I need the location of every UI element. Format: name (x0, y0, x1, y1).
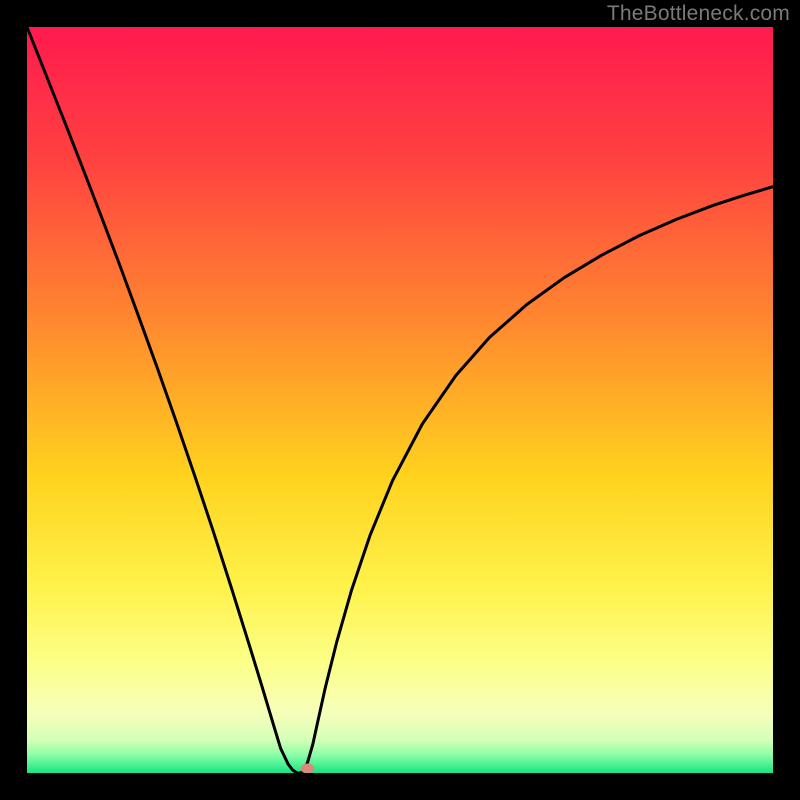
gradient-background (27, 27, 773, 773)
watermark-text: TheBottleneck.com (607, 2, 790, 26)
chart-svg (27, 27, 773, 773)
chart-frame: TheBottleneck.com (0, 0, 800, 800)
plot-area (27, 27, 773, 773)
